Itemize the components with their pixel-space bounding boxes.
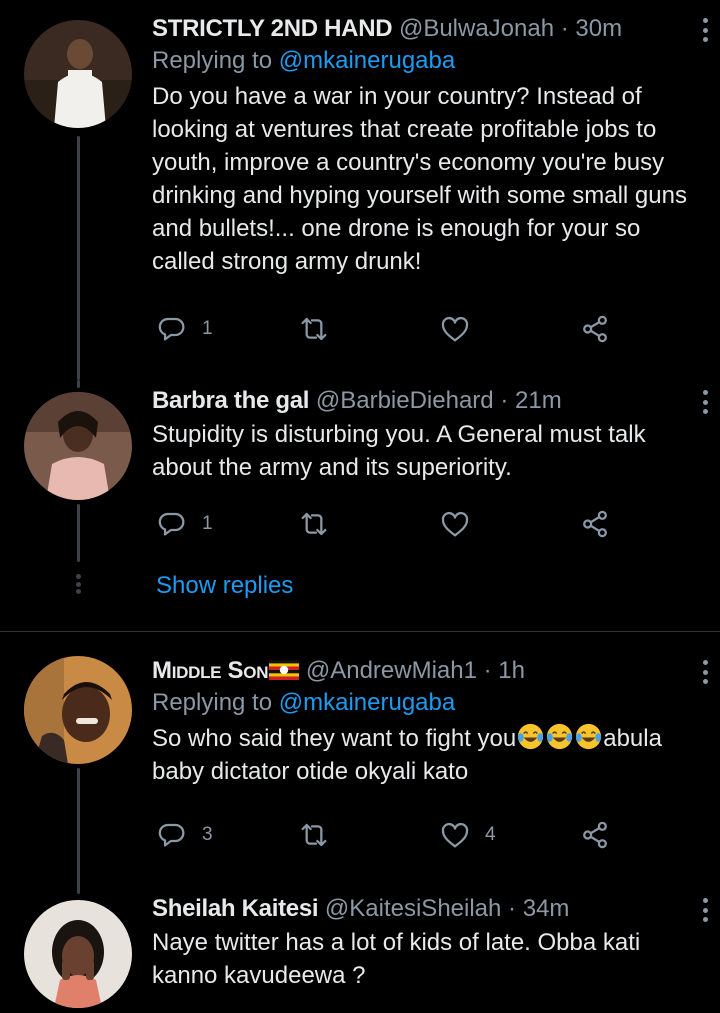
retweet-icon — [301, 512, 327, 536]
thread-continuation-dots — [75, 574, 81, 594]
retweet-icon — [301, 317, 327, 341]
like-button[interactable]: 4 — [439, 817, 496, 853]
reply-count: 1 — [202, 318, 213, 339]
avatar[interactable] — [24, 392, 132, 500]
tweet-header: Barbra the gal @BarbieDiehard · 21m — [152, 386, 697, 416]
tweet-content: STRICTLY 2ND HAND @BulwaJonah · 30m Repl… — [152, 14, 708, 278]
share-icon — [583, 821, 607, 849]
retweet-button[interactable] — [298, 311, 344, 347]
thread-line — [77, 768, 80, 894]
share-button[interactable] — [579, 817, 611, 853]
separator-dot: · — [483, 657, 492, 684]
avatar[interactable] — [24, 656, 132, 764]
tweet-header: Middle Son @AndrewMiah1 · 1h — [152, 656, 697, 686]
tweet-text-part: So who said they want to fight you — [152, 725, 517, 752]
share-icon — [583, 315, 607, 343]
retweet-button[interactable] — [298, 817, 344, 853]
reply-count: 3 — [202, 824, 213, 845]
avatar-image — [24, 392, 132, 500]
reply-icon — [158, 823, 185, 847]
tears-of-joy-emoji-icon — [576, 723, 602, 750]
thread-line — [77, 504, 80, 562]
tweet-content: Sheilah Kaitesi @KaitesiSheilah · 34m Na… — [152, 894, 708, 992]
handle[interactable]: @AndrewMiah1 — [306, 657, 477, 684]
tears-of-joy-emoji-icon — [518, 723, 544, 750]
timestamp[interactable]: 30m — [575, 15, 622, 42]
tweet-text: Stupidity is disturbing you. A General m… — [152, 421, 646, 481]
tweet-text: So who said they want to fight you abula … — [152, 722, 697, 788]
show-replies-link[interactable]: Show replies — [156, 571, 293, 601]
tweet-header: STRICTLY 2ND HAND @BulwaJonah · 30m — [152, 14, 697, 44]
reply-count: 1 — [202, 513, 213, 534]
avatar-image — [24, 900, 132, 1008]
display-name[interactable]: Barbra the gal — [152, 387, 309, 414]
more-vertical-icon[interactable] — [693, 896, 717, 924]
mention-link[interactable]: @mkainerugaba — [279, 47, 455, 74]
display-name[interactable]: Middle Son — [152, 657, 268, 684]
mention-link[interactable]: @mkainerugaba — [279, 689, 455, 716]
replying-prefix: Replying to — [152, 47, 273, 74]
share-button[interactable] — [579, 506, 611, 542]
reply-button[interactable]: 3 — [156, 817, 213, 853]
handle[interactable]: @BulwaJonah — [399, 15, 554, 42]
tears-of-joy-emoji-icon — [547, 723, 573, 750]
reply-button[interactable]: 1 — [156, 311, 213, 347]
timestamp[interactable]: 1h — [498, 657, 525, 684]
more-vertical-icon[interactable] — [693, 658, 717, 686]
tweet-actions: 1 — [152, 311, 622, 347]
tweet-1[interactable]: STRICTLY 2ND HAND @BulwaJonah · 30m Repl… — [0, 0, 720, 380]
avatar[interactable] — [24, 900, 132, 1008]
separator-dot: · — [560, 15, 569, 42]
heart-icon — [441, 316, 469, 342]
tweet-content: Barbra the gal @BarbieDiehard · 21m Stup… — [152, 386, 708, 484]
replying-to: Replying to @mkainerugaba — [152, 44, 697, 78]
more-vertical-icon[interactable] — [693, 388, 717, 416]
thread-line — [77, 380, 80, 388]
display-name[interactable]: STRICTLY 2ND HAND — [152, 15, 393, 42]
separator-dot: · — [508, 895, 517, 922]
tweet-content: Middle Son @AndrewMiah1 · 1h Replying to… — [152, 656, 708, 788]
like-count: 4 — [485, 824, 496, 845]
tweet-4[interactable]: Sheilah Kaitesi @KaitesiSheilah · 34m Na… — [0, 894, 720, 1013]
thread-line — [77, 136, 80, 380]
tweet-text: Do you have a war in your country? Inste… — [152, 83, 687, 275]
avatar-image — [24, 656, 132, 764]
retweet-icon — [301, 823, 327, 847]
share-icon — [583, 510, 607, 538]
replying-prefix: Replying to — [152, 689, 273, 716]
uganda-flag-icon — [269, 660, 300, 680]
tweet-2[interactable]: Barbra the gal @BarbieDiehard · 21m Stup… — [0, 380, 720, 630]
like-button[interactable] — [439, 311, 485, 347]
tweet-actions: 1 — [152, 506, 622, 542]
timestamp[interactable]: 34m — [523, 895, 570, 922]
heart-icon — [441, 822, 469, 848]
heart-icon — [441, 511, 469, 537]
handle[interactable]: @KaitesiSheilah — [325, 895, 501, 922]
reply-icon — [158, 512, 185, 536]
timestamp[interactable]: 21m — [515, 387, 562, 414]
reply-button[interactable]: 1 — [156, 506, 213, 542]
tweet-text: Naye twitter has a lot of kids of late. … — [152, 929, 641, 989]
avatar[interactable] — [24, 20, 132, 128]
separator-dot: · — [500, 387, 509, 414]
tweet-3[interactable]: Middle Son @AndrewMiah1 · 1h Replying to… — [0, 632, 720, 894]
share-button[interactable] — [579, 311, 611, 347]
more-vertical-icon[interactable] — [693, 16, 717, 44]
replying-to: Replying to @mkainerugaba — [152, 686, 697, 720]
display-name[interactable]: Sheilah Kaitesi — [152, 895, 319, 922]
avatar-image — [24, 20, 132, 128]
reply-icon — [158, 317, 185, 341]
tweet-actions: 3 4 — [152, 817, 622, 853]
like-button[interactable] — [439, 506, 485, 542]
tweet-header: Sheilah Kaitesi @KaitesiSheilah · 34m — [152, 894, 697, 924]
retweet-button[interactable] — [298, 506, 344, 542]
handle[interactable]: @BarbieDiehard — [316, 387, 494, 414]
